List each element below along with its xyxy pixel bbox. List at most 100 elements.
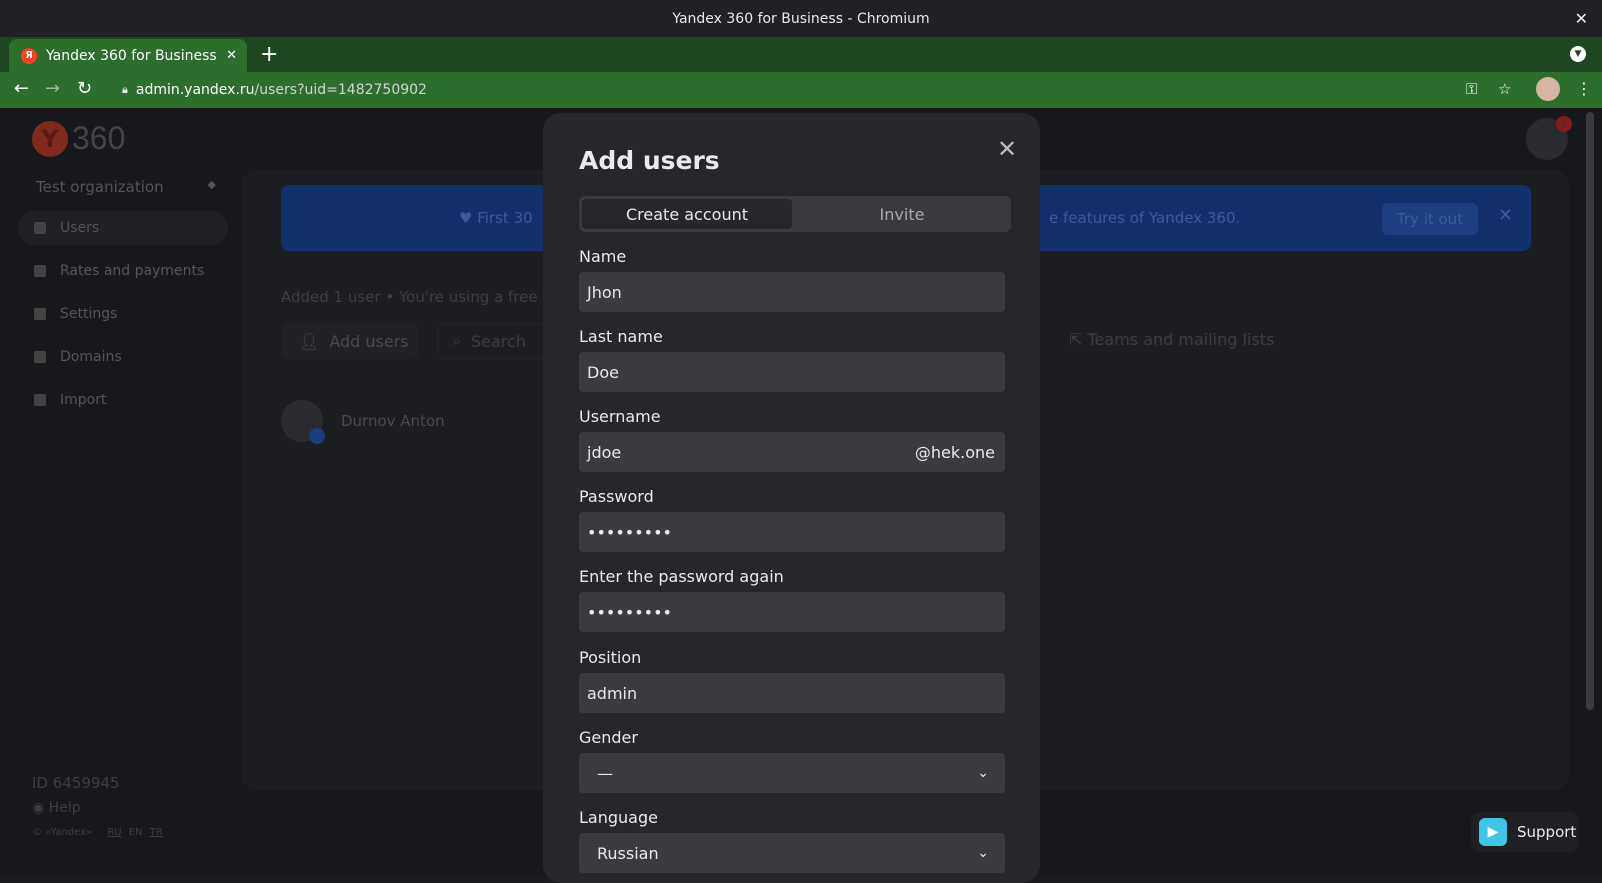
tab-strip: Я Yandex 360 for Business ✕ + ▼ <box>0 37 1602 72</box>
lang-en-link[interactable]: EN <box>129 827 143 838</box>
logo-360-text: 360 <box>72 120 126 156</box>
help-link[interactable]: ◉ Help <box>32 800 81 816</box>
add-users-label: Add users <box>329 331 409 351</box>
key-icon[interactable]: ⚿ <box>1466 80 1477 98</box>
teams-link-label: Teams and mailing lists <box>1087 330 1275 349</box>
position-label: Position <box>579 648 642 667</box>
window-title: Yandex 360 for Business - Chromium <box>672 10 930 27</box>
banner-text-left: ♥ First 30 <box>459 209 533 227</box>
url-path: /users?uid=1482750902 <box>254 82 427 98</box>
org-name: Test organization <box>36 178 164 196</box>
browser-tab[interactable]: Я Yandex 360 for Business ✕ <box>9 39 247 72</box>
grid-icon <box>34 265 46 277</box>
sidebar-item-domains[interactable]: Domains <box>18 340 228 374</box>
yandex-360-logo[interactable]: Y 360 <box>32 120 125 157</box>
help-icon: ◉ <box>32 800 49 816</box>
footer-copyright: © «Yandex» RU EN TR <box>32 827 163 838</box>
back-icon[interactable]: ← <box>14 78 29 99</box>
user-name: Durnov Anton <box>341 412 445 430</box>
reload-icon[interactable]: ↻ <box>77 78 92 99</box>
try-it-out-button[interactable]: Try it out <box>1382 203 1478 235</box>
org-selector[interactable]: Test organization ◆ <box>36 178 216 196</box>
mode-switch: Create account Invite <box>579 196 1011 232</box>
user-icon: 👤︎ <box>299 331 320 351</box>
password-label: Password <box>579 487 654 506</box>
position-field[interactable]: admin <box>579 673 1005 713</box>
username-field[interactable]: jdoe @hek.one <box>579 432 1005 472</box>
sidebar-item-label: Import <box>60 392 107 408</box>
tab-invite[interactable]: Invite <box>797 199 1007 229</box>
lang-ru-link[interactable]: RU <box>107 827 121 838</box>
gender-value: — <box>597 763 613 783</box>
yandex-favicon-icon: Я <box>21 47 37 64</box>
chevron-down-icon: ⌄ <box>977 765 989 781</box>
sidebar-item-import[interactable]: Import <box>18 383 228 417</box>
search-input[interactable]: ⌕ Search <box>437 323 547 359</box>
domain-suffix: @hek.one <box>914 442 995 462</box>
notification-badge: 1 <box>1556 116 1572 132</box>
sidebar-item-rates[interactable]: Rates and payments <box>18 254 228 288</box>
add-users-dialog: Add users ✕ Create account Invite Name J… <box>543 113 1040 883</box>
language-label: Language <box>579 808 658 827</box>
tab-close-icon[interactable]: ✕ <box>226 48 237 63</box>
gender-label: Gender <box>579 728 638 747</box>
support-label: Support <box>1517 823 1577 841</box>
new-tab-icon[interactable]: + <box>260 42 278 67</box>
window-titlebar: Yandex 360 for Business - Chromium ✕ <box>0 0 1602 37</box>
sidebar-item-settings[interactable]: Settings <box>18 297 228 331</box>
tab-create-account[interactable]: Create account <box>582 199 792 229</box>
page-scrollbar[interactable] <box>1586 112 1594 710</box>
sidebar-item-label: Settings <box>60 306 118 322</box>
browser-toolbar: ← → ↻ 🔒︎ admin.yandex.ru/users?uid=14827… <box>0 72 1602 108</box>
language-value: Russian <box>597 843 659 863</box>
sidebar-item-label: Users <box>60 220 100 236</box>
username-label: Username <box>579 407 661 426</box>
lang-tr-link[interactable]: TR <box>150 827 163 838</box>
address-bar[interactable]: 🔒︎ admin.yandex.ru/users?uid=1482750902 <box>112 75 1522 105</box>
table-row[interactable]: Durnov Anton <box>281 400 445 444</box>
sort-arrows-icon: ◆ <box>207 178 216 191</box>
sidebar-item-users[interactable]: Users <box>18 211 228 245</box>
chevron-down-icon: ⌄ <box>977 845 989 861</box>
support-button[interactable]: ▶ Support <box>1471 812 1579 852</box>
forward-icon[interactable]: → <box>45 78 60 99</box>
users-status: Added 1 user • You're using a free <box>281 288 538 306</box>
account-avatar[interactable]: 1 <box>1526 116 1572 160</box>
profile-avatar-icon[interactable] <box>1536 77 1560 101</box>
lastname-label: Last name <box>579 327 663 346</box>
name-field[interactable]: Jhon <box>579 272 1005 312</box>
search-placeholder: Search <box>470 331 526 351</box>
import-icon <box>34 394 46 406</box>
tab-title: Yandex 360 for Business <box>46 47 217 64</box>
envelope-icon <box>34 308 46 320</box>
avatar <box>281 400 325 444</box>
username-value: jdoe <box>587 442 622 462</box>
sidebar-item-label: Rates and payments <box>60 263 205 279</box>
add-users-button[interactable]: 👤︎ Add users <box>281 323 419 359</box>
tab-search-icon[interactable]: ▼ <box>1570 46 1586 62</box>
browser-menu-icon[interactable]: ⋮ <box>1576 79 1592 98</box>
banner-close-icon[interactable]: ✕ <box>1498 205 1513 226</box>
sidebar-item-label: Domains <box>60 349 122 365</box>
bookmark-star-icon[interactable]: ☆ <box>1498 80 1511 98</box>
dialog-close-icon[interactable]: ✕ <box>997 135 1017 163</box>
search-icon: ⌕ <box>452 331 461 350</box>
name-label: Name <box>579 247 627 266</box>
language-select[interactable]: Russian ⌄ <box>579 833 1005 873</box>
external-link-icon: ⇱ <box>1069 330 1088 349</box>
domain-icon <box>34 351 46 363</box>
admin-star-icon <box>309 428 325 444</box>
copyright-text: © «Yandex» <box>32 827 93 838</box>
teams-link[interactable]: ⇱ Teams and mailing lists <box>1069 330 1274 349</box>
gender-select[interactable]: — ⌄ <box>579 753 1005 793</box>
password-confirm-field[interactable]: ••••••••• <box>579 592 1005 632</box>
yandex-logo-icon: Y <box>32 120 68 157</box>
lastname-field[interactable]: Doe <box>579 352 1005 392</box>
banner-text-right: e features of Yandex 360. <box>1049 209 1241 227</box>
window-close-icon[interactable]: ✕ <box>1575 9 1588 28</box>
support-chat-icon: ▶ <box>1479 818 1507 846</box>
password-field[interactable]: ••••••••• <box>579 512 1005 552</box>
lock-icon: 🔒︎ <box>122 83 128 96</box>
dialog-title: Add users <box>579 146 720 175</box>
org-id: ID 6459945 <box>32 774 120 792</box>
